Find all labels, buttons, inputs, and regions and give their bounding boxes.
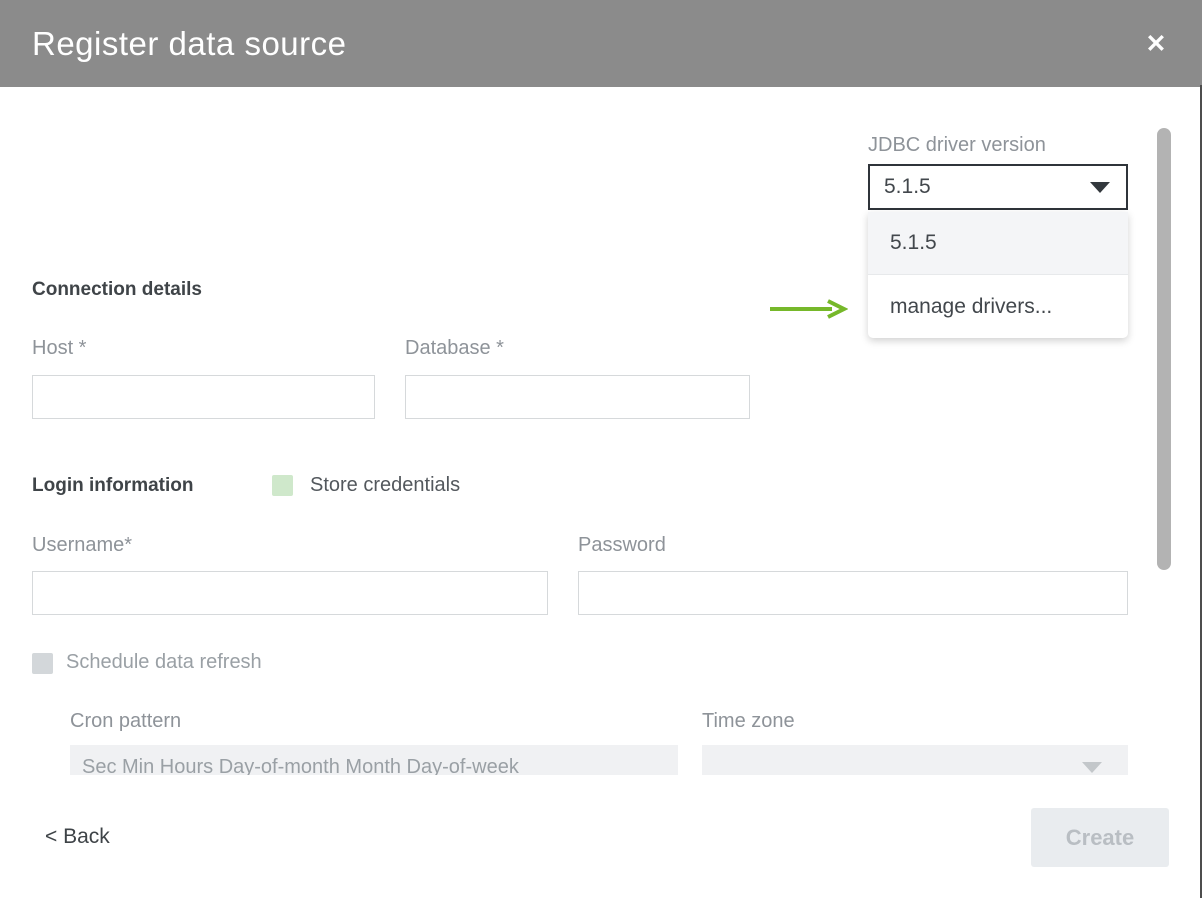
password-label: Password xyxy=(578,534,666,557)
schedule-data-refresh-checkbox[interactable] xyxy=(32,653,53,674)
cron-pattern-label: Cron pattern xyxy=(70,710,181,733)
jdbc-driver-version-dropdown: 5.1.5 manage drivers... xyxy=(868,212,1128,338)
close-icon: ✕ xyxy=(1146,32,1167,57)
dropdown-option-version[interactable]: 5.1.5 xyxy=(868,212,1128,275)
username-label: Username* xyxy=(32,534,132,557)
create-button[interactable]: Create xyxy=(1031,808,1169,867)
dialog-titlebar: Register data source ✕ xyxy=(0,0,1202,87)
jdbc-driver-version-select[interactable]: 5.1.5 xyxy=(868,164,1128,210)
host-label: Host * xyxy=(32,337,86,360)
store-credentials-label: Store credentials xyxy=(310,474,460,497)
password-input[interactable] xyxy=(578,571,1128,615)
database-label: Database * xyxy=(405,337,504,360)
time-zone-select[interactable] xyxy=(702,745,1128,775)
store-credentials-checkbox[interactable] xyxy=(272,475,293,496)
chevron-down-icon xyxy=(1082,762,1102,773)
back-link[interactable]: < Back xyxy=(45,825,110,849)
schedule-data-refresh-label: Schedule data refresh xyxy=(66,651,262,674)
login-information-heading: Login information xyxy=(32,475,193,497)
register-data-source-dialog: Register data source ✕ JDBC driver versi… xyxy=(0,0,1202,898)
cron-pattern-input[interactable] xyxy=(70,745,678,775)
dialog-footer: < Back Create xyxy=(0,775,1202,898)
manage-drivers-arrow-icon xyxy=(768,299,848,319)
jdbc-driver-version-value: 5.1.5 xyxy=(884,175,931,199)
username-input[interactable] xyxy=(32,571,548,615)
dropdown-option-manage-drivers[interactable]: manage drivers... xyxy=(868,275,1128,338)
database-input[interactable] xyxy=(405,375,750,419)
close-button[interactable]: ✕ xyxy=(1136,24,1176,64)
host-input[interactable] xyxy=(32,375,375,419)
connection-details-heading: Connection details xyxy=(32,279,202,301)
dialog-content: JDBC driver version 5.1.5 5.1.5 manage d… xyxy=(0,87,1202,775)
jdbc-driver-version-label: JDBC driver version xyxy=(868,134,1046,157)
scrollbar-thumb[interactable] xyxy=(1157,128,1171,570)
chevron-down-icon xyxy=(1090,182,1110,193)
dialog-title: Register data source xyxy=(32,25,347,63)
time-zone-label: Time zone xyxy=(702,710,795,733)
